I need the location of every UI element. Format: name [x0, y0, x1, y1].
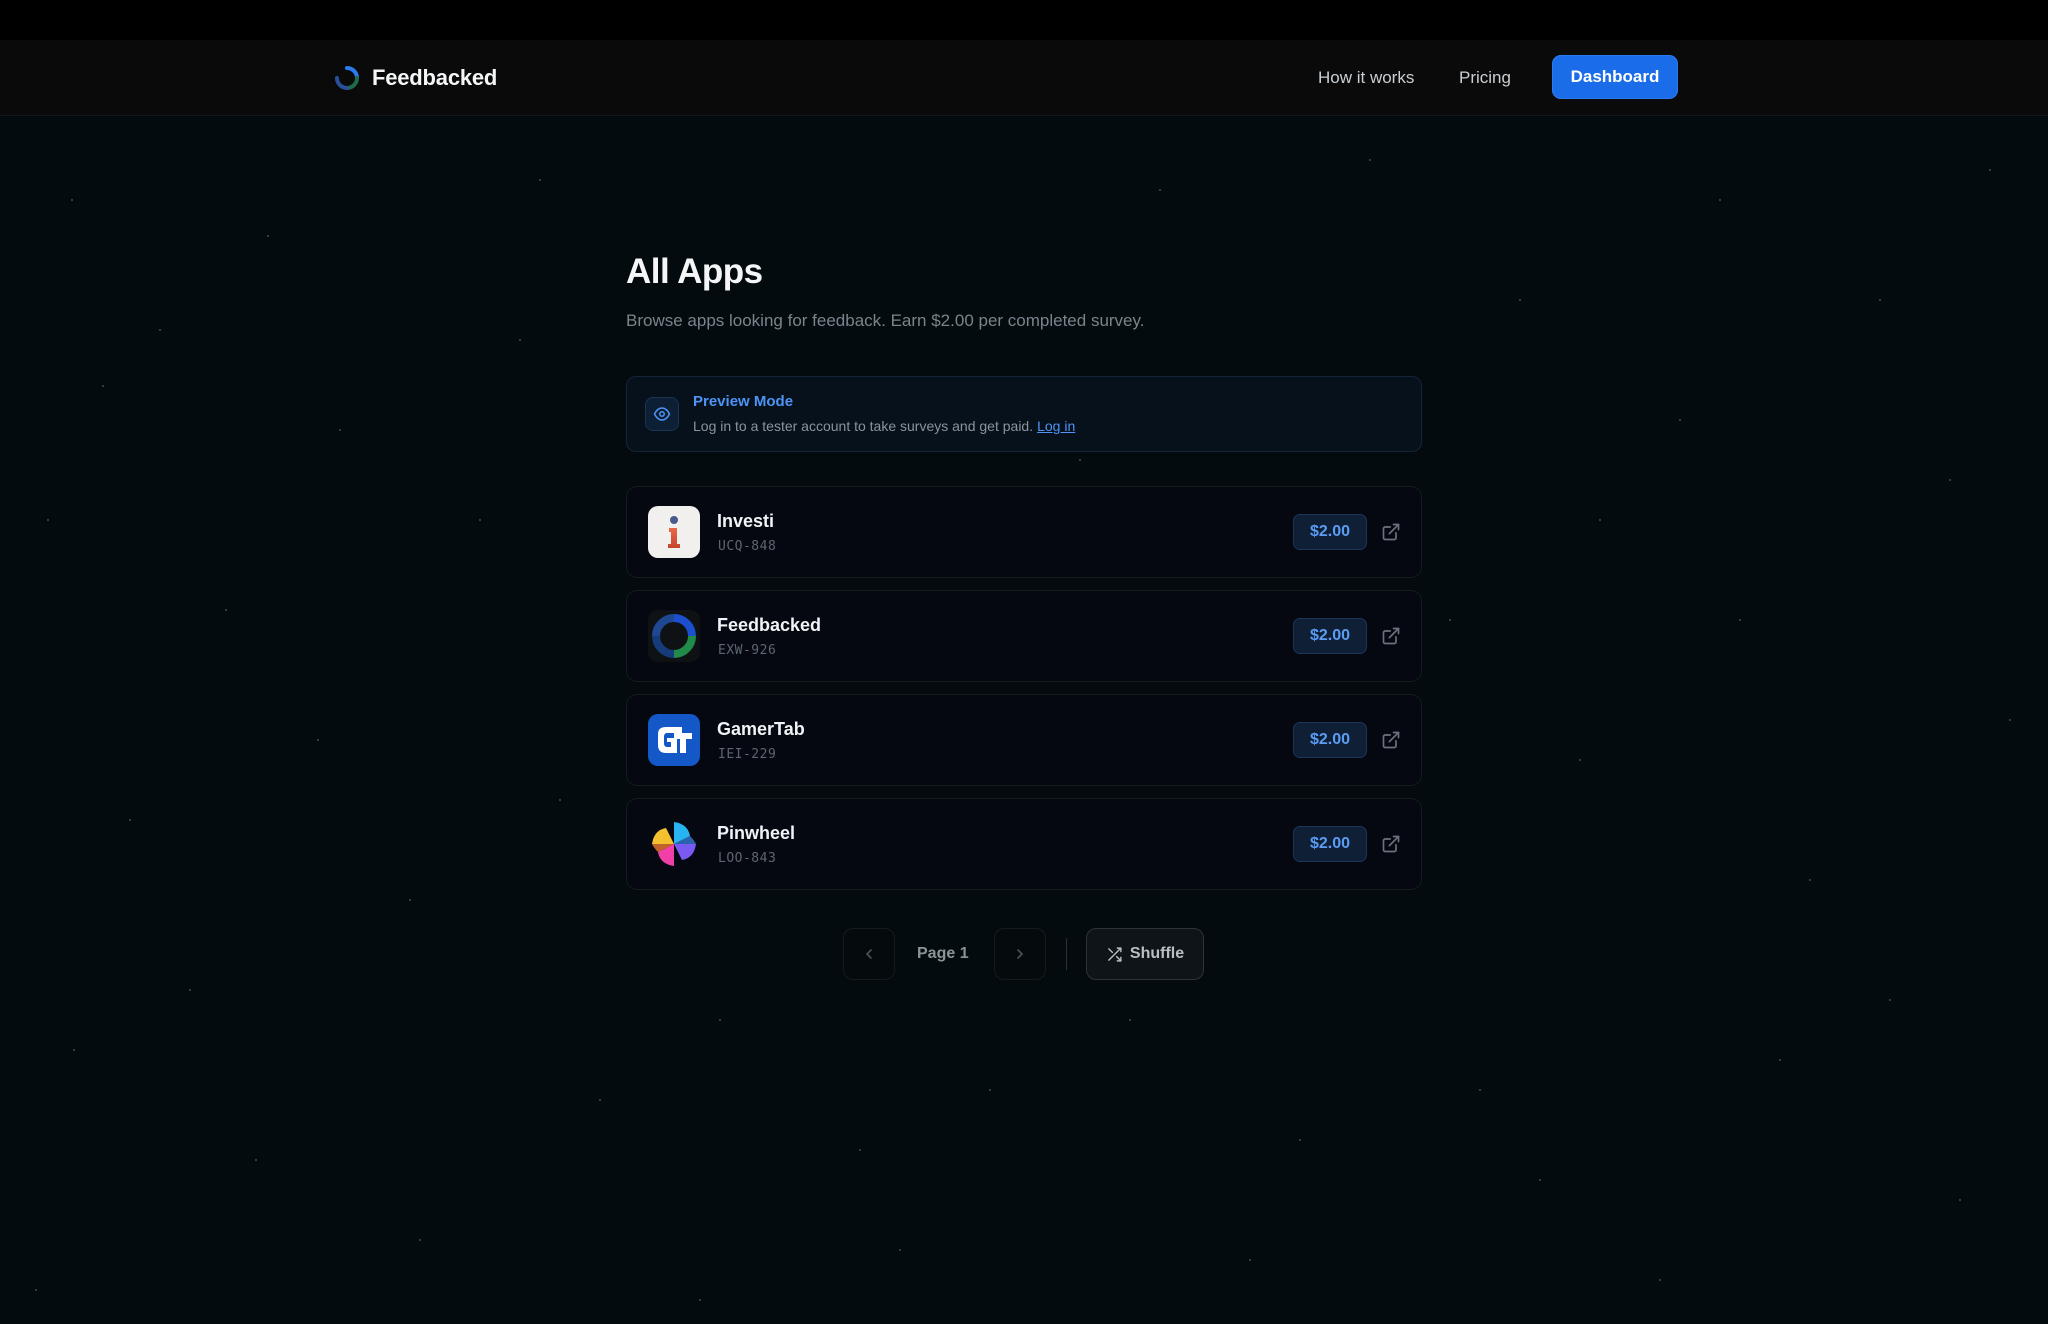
price-badge: $2.00 — [1293, 722, 1367, 758]
app-code: UCQ-848 — [718, 539, 777, 554]
preview-title: Preview Mode — [693, 393, 794, 410]
price-badge: $2.00 — [1293, 826, 1367, 862]
brand-name: Feedbacked — [372, 65, 498, 90]
app-code: IEI-229 — [718, 747, 777, 762]
app-card-feedbacked[interactable]: Feedbacked EXW-926 $2.00 — [626, 590, 1422, 682]
app-card-investi[interactable]: Investi UCQ-848 $2.00 — [626, 486, 1422, 578]
preview-text: Log in to a tester account to take surve… — [693, 418, 1075, 434]
nav-link-pricing[interactable]: Pricing — [1459, 40, 1511, 116]
shuffle-button[interactable]: Shuffle — [1086, 928, 1204, 980]
dashboard-button[interactable]: Dashboard — [1552, 55, 1678, 99]
pagination-divider — [1066, 938, 1067, 970]
previous-page-button[interactable] — [843, 928, 895, 980]
page-title: All Apps — [626, 252, 763, 291]
top-navbar: Feedbacked How it works Pricing Dashboar… — [0, 40, 2048, 116]
shuffle-icon — [1108, 946, 1122, 962]
app-card-pinwheel[interactable]: Pinwheel LOO-843 $2.00 — [626, 798, 1422, 890]
nav-link-how-it-works[interactable]: How it works — [1318, 40, 1414, 116]
chevron-left-icon — [866, 949, 872, 959]
preview-description: Log in to a tester account to take surve… — [693, 418, 1034, 434]
external-link-icon[interactable] — [1381, 626, 1401, 646]
app-code: EXW-926 — [718, 643, 777, 658]
chevron-right-icon — [1017, 949, 1023, 959]
investi-app-icon — [648, 506, 700, 558]
next-page-button[interactable] — [994, 928, 1046, 980]
preview-mode-banner: Preview Mode Log in to a tester account … — [626, 376, 1422, 452]
app-code: LOO-843 — [718, 851, 777, 866]
app-name: Feedbacked — [717, 615, 822, 635]
pinwheel-app-icon — [648, 818, 700, 870]
feedbacked-app-icon — [648, 610, 700, 662]
log-in-link[interactable]: Log in — [1037, 418, 1075, 434]
feedbacked-logo-icon — [334, 65, 360, 91]
gamertab-app-icon — [648, 714, 700, 766]
app-name: Pinwheel — [717, 823, 796, 843]
price-badge: $2.00 — [1293, 514, 1367, 550]
external-link-icon[interactable] — [1381, 730, 1401, 750]
app-card-gamertab[interactable]: GamerTab IEI-229 $2.00 — [626, 694, 1422, 786]
page-subtitle: Browse apps looking for feedback. Earn $… — [626, 311, 1145, 330]
shuffle-label: Shuffle — [1129, 945, 1185, 962]
external-link-icon[interactable] — [1381, 834, 1401, 854]
app-name: GamerTab — [717, 719, 805, 739]
external-link-icon[interactable] — [1381, 522, 1401, 542]
eye-icon — [645, 397, 679, 431]
top-strip — [0, 0, 2048, 40]
brand[interactable]: Feedbacked — [334, 40, 497, 116]
app-name: Investi — [717, 511, 775, 531]
page-indicator: Page 1 — [917, 945, 969, 962]
price-badge: $2.00 — [1293, 618, 1367, 654]
